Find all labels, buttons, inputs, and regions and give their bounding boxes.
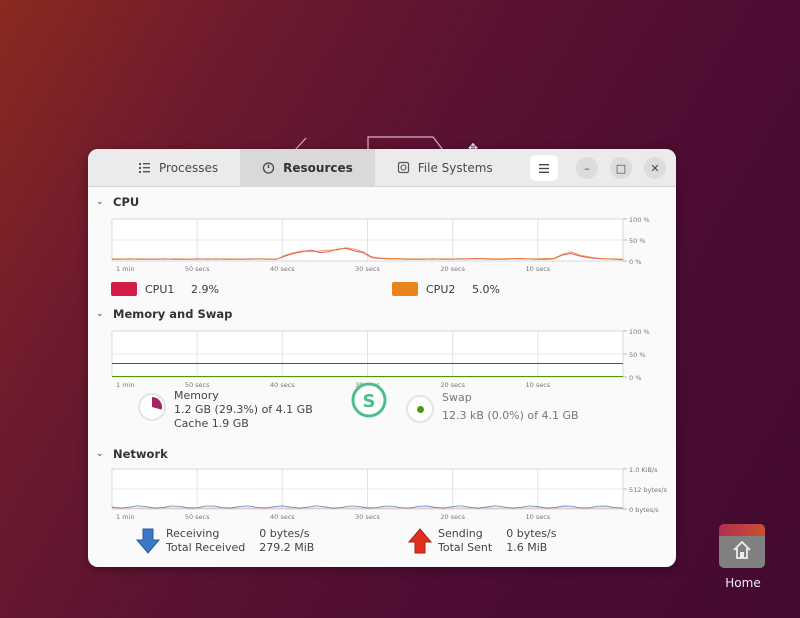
tab-resources-label: Resources — [283, 160, 353, 175]
tab-processes-label: Processes — [159, 160, 219, 175]
network-x-tick: 50 secs — [185, 513, 210, 521]
swap-pie-chart[interactable] — [406, 395, 434, 423]
network-title: Network — [113, 447, 168, 461]
sending-value: 0 bytes/s — [506, 527, 557, 540]
header-bar: Processes Resources File Systems – □ ✕ — [88, 149, 676, 187]
maximize-button[interactable]: □ — [610, 157, 632, 179]
memory-pie-slice — [152, 397, 163, 410]
swap-legend-item: Swap 12.3 kB (0.0%) of 4.1 GB — [366, 389, 579, 439]
network-history-graph: 1 min 50 secs 40 secs 30 secs 20 secs 10 secs… — [111, 466, 668, 521]
tab-processes[interactable]: Processes — [88, 149, 240, 186]
cpu-x-tick: 20 secs — [440, 265, 465, 273]
disk-icon — [397, 161, 409, 174]
memory-pie-fill — [152, 397, 163, 410]
cpu2-value: 5.0% — [472, 282, 500, 296]
total-sent-label: Total Sent — [438, 541, 493, 554]
cpu2-color-swatch[interactable] — [392, 282, 418, 296]
receiving-label: Receiving — [166, 527, 220, 540]
list-icon — [139, 163, 150, 173]
cpu-history-graph: 1 min 50 secs 40 secs 30 secs 20 secs 10 secs… — [111, 216, 650, 273]
cpu1-legend: CPU1 2.9% — [96, 282, 376, 296]
cpu-section-header[interactable]: ⌄ CPU — [96, 191, 676, 213]
cpu-x-tick: 10 secs — [525, 265, 550, 273]
swap-indicator — [416, 405, 424, 413]
swap-label: Swap — [442, 391, 472, 404]
network-x-tick: 1 min — [116, 513, 134, 521]
chevron-down-icon: ⌄ — [96, 197, 104, 207]
tab-file-systems[interactable]: File Systems — [375, 149, 515, 186]
memory-section-header[interactable]: ⌄ Memory and Swap — [96, 303, 676, 325]
receiving-legend: Receiving 0 bytes/s Total Received 279.2… — [96, 527, 371, 555]
total-received-label: Total Received — [166, 541, 246, 554]
watermark-logo: S — [351, 382, 387, 418]
cpu-x-tick: 40 secs — [270, 265, 295, 273]
memory-y-tick: 50 % — [629, 351, 646, 359]
folder-icon — [719, 524, 765, 568]
memory-x-tick: 40 secs — [270, 381, 295, 389]
network-x-tick: 10 secs — [525, 513, 550, 521]
memory-x-tick: 1 min — [116, 381, 134, 389]
memory-history-graph: 1 min50 secs40 secs30 secs20 secs10 secs… — [111, 328, 650, 389]
cpu1-label: CPU1 — [145, 282, 175, 296]
memory-y-tick: 100 % — [629, 328, 650, 336]
memory-y-tick: 0 % — [629, 374, 641, 382]
hamburger-menu-icon — [539, 163, 549, 173]
home-label: Home — [725, 576, 761, 590]
maximize-icon: □ — [615, 161, 627, 175]
memory-legend-item: Memory 1.2 GB (29.3%) of 4.1 GB Cache 1.… — [96, 389, 366, 439]
cpu1-color-swatch[interactable] — [111, 282, 137, 296]
cpu2-legend: CPU2 5.0% — [376, 282, 500, 296]
cpu1-value: 2.9% — [191, 282, 219, 296]
tab-file-systems-label: File Systems — [417, 160, 493, 175]
cpu-x-tick: 50 secs — [185, 265, 210, 273]
minimize-icon: – — [584, 161, 590, 175]
cpu-x-tick: 30 secs — [355, 265, 380, 273]
chevron-down-icon: ⌄ — [96, 309, 104, 319]
minimize-button[interactable]: – — [576, 157, 598, 179]
cpu-y-tick: 50 % — [629, 237, 646, 245]
upload-arrow-icon[interactable] — [408, 528, 432, 554]
memory-x-tick: 10 secs — [525, 381, 550, 389]
cpu2-label: CPU2 — [426, 282, 456, 296]
home-icon — [733, 540, 751, 559]
network-y-tick: 0 bytes/s — [629, 506, 659, 514]
network-x-tick: 20 secs — [440, 513, 465, 521]
cache-value: Cache 1.9 GB — [174, 417, 249, 430]
main-menu-button[interactable] — [530, 155, 558, 181]
cpu-legend: CPU1 2.9% CPU2 5.0% — [96, 279, 676, 299]
network-legend: Receiving 0 bytes/s Total Received 279.2… — [96, 521, 676, 561]
cpu-y-tick: 100 % — [629, 216, 650, 224]
memory-label: Memory — [174, 389, 219, 402]
close-icon: ✕ — [650, 161, 660, 175]
cpu-y-tick: 0 % — [629, 258, 641, 266]
cpu-title: CPU — [113, 195, 140, 209]
network-y-tick: 512 bytes/s — [629, 486, 668, 494]
sending-legend: Sending 0 bytes/s Total Sent 1.6 MiB — [371, 527, 556, 555]
memory-pie-chart[interactable] — [138, 393, 166, 421]
network-x-tick: 40 secs — [270, 513, 295, 521]
swap-value: 12.3 kB (0.0%) of 4.1 GB — [442, 409, 579, 422]
cpu-x-tick: 1 min — [116, 265, 134, 273]
close-button[interactable]: ✕ — [644, 157, 666, 179]
sending-label: Sending — [438, 527, 483, 540]
svg-text:S: S — [363, 391, 376, 412]
memory-x-tick: 20 secs — [440, 381, 465, 389]
receiving-value: 0 bytes/s — [259, 527, 310, 540]
network-y-tick: 1.0 KiB/s — [629, 466, 658, 474]
total-sent-value: 1.6 MiB — [506, 541, 548, 554]
gauge-icon — [263, 162, 275, 174]
network-section-header[interactable]: ⌄ Network — [96, 443, 676, 465]
system-monitor-window: Processes Resources File Systems – □ ✕ ⌄… — [88, 149, 676, 567]
desktop-home-icon[interactable]: Home — [719, 524, 767, 590]
tab-resources[interactable]: Resources — [240, 149, 375, 186]
memory-title: Memory and Swap — [113, 307, 233, 321]
network-x-tick: 30 secs — [355, 513, 380, 521]
total-received-value: 279.2 MiB — [259, 541, 315, 554]
download-arrow-icon[interactable] — [136, 528, 160, 554]
memory-value: 1.2 GB (29.3%) of 4.1 GB — [174, 403, 313, 416]
memory-x-tick: 50 secs — [185, 381, 210, 389]
chevron-down-icon: ⌄ — [96, 449, 104, 459]
